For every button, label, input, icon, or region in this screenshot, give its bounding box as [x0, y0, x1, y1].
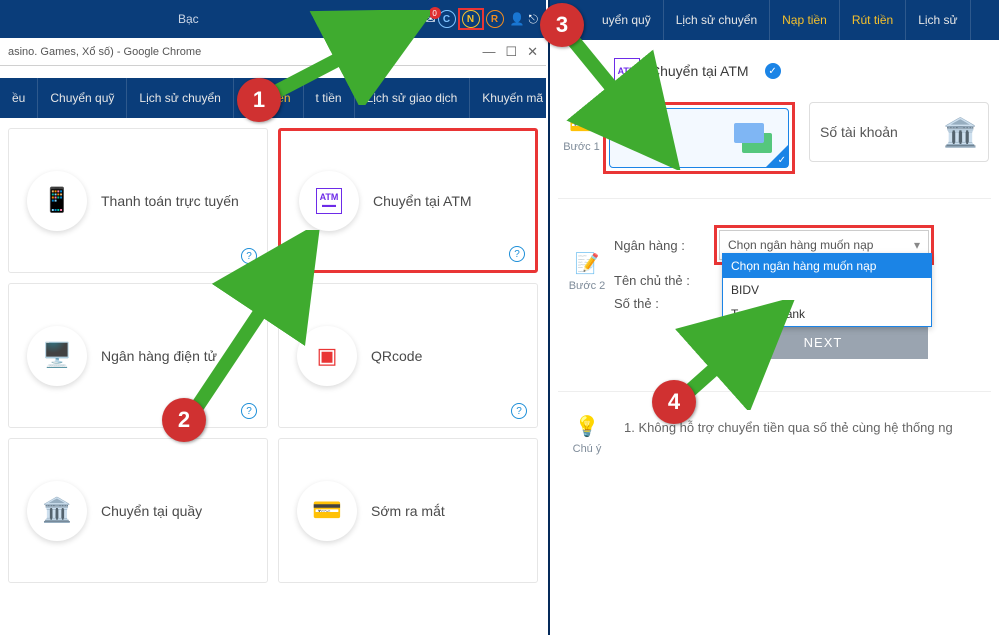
card-label: Ngân hàng điện tử [101, 348, 217, 364]
card-qrcode[interactable]: ▣ QRcode ? [278, 283, 538, 428]
user-icon[interactable]: 👤 [510, 12, 525, 26]
bank-option-placeholder[interactable]: Chọn ngân hàng muốn nạp [723, 254, 931, 278]
help-icon[interactable]: ? [241, 248, 257, 264]
chrome-minimize[interactable]: — [482, 44, 495, 60]
nav-item-withdraw[interactable]: t tiền [304, 78, 355, 118]
nav-item-txhistory[interactable]: Lịch sử giao dịch [355, 78, 471, 118]
bank-building-icon: 🏛️ [943, 116, 978, 149]
help-icon[interactable]: ? [241, 403, 257, 419]
cardholder-label: Tên chủ thẻ : [614, 273, 714, 288]
help-icon[interactable]: ? [509, 246, 525, 262]
bank-select-value: Chọn ngân hàng muốn nạp [728, 238, 873, 252]
logout-icon[interactable]: ⎋ [529, 12, 539, 27]
bank-dropdown: Chọn ngân hàng muốn nạp BIDV Techcombank [722, 253, 932, 327]
chrome-window-buttons: — ☐ ✕ [482, 44, 538, 60]
form-icon: 📝 [575, 251, 600, 276]
card-coming-soon: 💳 Sớm ra mắt [278, 438, 538, 583]
choice-account-number[interactable]: Số tài khoản 🏛️ [809, 102, 989, 162]
chrome-maximize[interactable]: ☐ [505, 44, 517, 60]
step2-label-col: 📝 Bước 2 [560, 217, 614, 292]
chrome-title: asino. Games, Xổ số) - Google Chrome [8, 46, 201, 58]
note-col: 💡 Chú ý [560, 414, 614, 455]
monitor-dollar-icon: 🖥️ [42, 341, 72, 370]
choice-label: Số thẻ [620, 130, 660, 146]
creditcard-icon: 💳 [312, 496, 342, 525]
card-label: QRcode [371, 348, 422, 364]
section-header-atm: ATM Chuyển tại ATM ✓ [550, 40, 999, 90]
top-bar: Bạc ✉0 C N R 👤 ⎋ [0, 0, 546, 38]
nav-item-deposit[interactable]: Nạp tiền [770, 0, 840, 40]
card-label: Chuyển tại quầy [101, 503, 202, 519]
nav-right: uyển quỹ Lịch sử chuyển Nạp tiền Rút tiề… [550, 0, 999, 40]
card-label: Sớm ra mắt [371, 503, 445, 519]
lightbulb-icon: 💡 [575, 414, 600, 439]
callout-4: 4 [652, 380, 696, 424]
bank-option-techcombank[interactable]: Techcombank [723, 302, 931, 326]
nav-item-withdraw[interactable]: Rút tiền [840, 0, 906, 40]
nav-item-promo[interactable]: Khuyến mã [470, 78, 556, 118]
step1-label: Bước 1 [563, 141, 600, 153]
callout-3: 3 [540, 3, 584, 47]
callout-1: 1 [237, 78, 281, 122]
atm-icon: ATM▬▬ [316, 188, 342, 214]
bank-icon: 🏛️ [42, 496, 72, 525]
card-ebanking[interactable]: 🖥️ Ngân hàng điện tử ? [8, 283, 268, 428]
step2-row: 📝 Bước 2 Ngân hàng : Chọn ngân hàng muốn… [550, 211, 999, 365]
nav-item[interactable]: Lịch sử [906, 0, 970, 40]
next-button[interactable]: NEXT [718, 325, 928, 359]
chrome-bar: asino. Games, Xổ số) - Google Chrome — ☐… [0, 38, 546, 66]
nav-item-history[interactable]: Lịch sử chuyển [664, 0, 770, 40]
section-title: Chuyển tại ATM [650, 63, 749, 79]
mail-count: 0 [429, 7, 441, 19]
chevron-down-icon: ▾ [914, 238, 920, 252]
wallet-icon: 💳 [569, 112, 594, 137]
nav-item[interactable]: uyển quỹ [590, 0, 664, 40]
cardnumber-label: Số thẻ : [614, 296, 714, 311]
card-counter-transfer[interactable]: 🏛️ Chuyển tại quầy [8, 438, 268, 583]
card-online-payment[interactable]: 📱 Thanh toán trực tuyến ? [8, 128, 268, 273]
payment-options-grid: 📱 Thanh toán trực tuyến ? ATM▬▬ Chuyển t… [0, 118, 546, 583]
atm-icon: ATM [614, 58, 640, 84]
qrcode-icon: ▣ [317, 343, 338, 369]
step1-label-col: 💳 Bước 1 [560, 96, 603, 153]
level-text: Bạc [8, 12, 199, 26]
n-icon-highlighted[interactable]: N [462, 10, 480, 28]
choice-card-number[interactable]: Số thẻ ✓ [609, 108, 789, 168]
card-atm-transfer-highlighted[interactable]: ATM▬▬ Chuyển tại ATM ? [278, 128, 538, 273]
mail-icon[interactable]: ✉0 [425, 12, 435, 26]
phone-money-icon: 📱 [42, 186, 72, 215]
bank-label: Ngân hàng : [614, 238, 714, 253]
help-icon[interactable]: ? [511, 403, 527, 419]
nav-item-fundtransfer[interactable]: Chuyển quỹ [38, 78, 127, 118]
r-icon[interactable]: R [486, 10, 504, 28]
choice-label: Số tài khoản [820, 124, 898, 140]
card-label: Thanh toán trực tuyến [101, 193, 239, 209]
choice-card-highlighted: Số thẻ ✓ [603, 102, 795, 174]
note-row: 💡 Chú ý 1. Không hỗ trợ chuyển tiền qua … [550, 404, 999, 465]
note-label: Chú ý [573, 443, 602, 455]
bank-option-bidv[interactable]: BIDV [723, 278, 931, 302]
panel-right: uyển quỹ Lịch sử chuyển Nạp tiền Rút tiề… [548, 0, 999, 635]
callout-2: 2 [162, 398, 206, 442]
card-label: Chuyển tại ATM [373, 193, 472, 209]
check-icon: ✓ [765, 63, 781, 79]
chrome-close[interactable]: ✕ [527, 44, 538, 60]
step2-label: Bước 2 [569, 280, 606, 292]
nav-item-history[interactable]: Lịch sử chuyển [127, 78, 233, 118]
nav-item[interactable]: ều [0, 78, 38, 118]
step1-row: 💳 Bước 1 Số thẻ ✓ Số tài khoản 🏛️ [550, 90, 999, 186]
